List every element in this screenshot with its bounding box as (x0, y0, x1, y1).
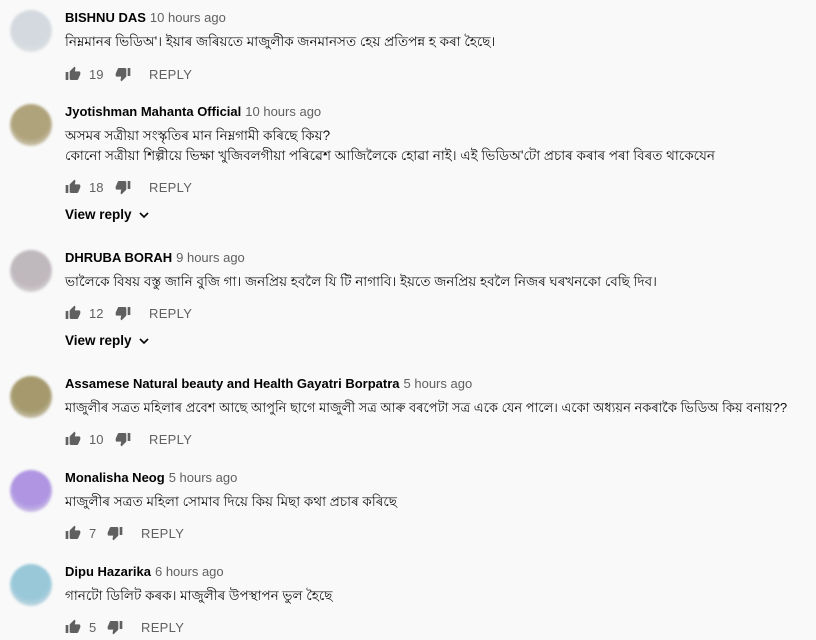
view-reply-button[interactable]: View reply (65, 333, 150, 348)
dislike-button[interactable] (115, 431, 131, 447)
comment-text-line: নিম্নমানৰ ভিডিঅ'। ইয়াৰ জৰিয়তে মাজুলীক … (65, 34, 496, 49)
comment-time[interactable]: 9 hours ago (176, 250, 245, 265)
comment-author[interactable]: Assamese Natural beauty and Health Gayat… (65, 376, 400, 391)
dislike-button[interactable] (115, 179, 131, 195)
comment-time[interactable]: 5 hours ago (169, 470, 238, 485)
comment-text-line: মাজুলীৰ সত্ৰত মহিলা সোমাব দিয়ে কিয় মিছ… (65, 494, 397, 509)
comment-text-line: কোনো সত্ৰীয়া শিল্পীয়ে ভিক্ষা খুজিবলগীয… (65, 148, 715, 163)
view-reply-button[interactable]: View reply (65, 207, 150, 222)
thumbs-up-icon (65, 525, 81, 541)
comment-text: মাজুলীৰ সত্ৰত মহিলাৰ প্ৰবেশ আছে আপুনি ছা… (65, 398, 787, 418)
avatar[interactable] (10, 10, 52, 52)
thumbs-up-icon (65, 305, 81, 321)
thumbs-down-icon (115, 179, 131, 195)
comment-author[interactable]: DHRUBA BORAH (65, 250, 172, 265)
thumbs-up-icon (65, 179, 81, 195)
comment-text-line: ভালৈকে বিষয় বস্তু জানি বুজি গা। জনপ্ৰিয… (65, 274, 657, 289)
comment-actions: 7 REPLY (65, 524, 184, 542)
reply-button[interactable]: REPLY (149, 306, 192, 321)
thumbs-down-icon (115, 66, 131, 82)
chevron-down-icon (138, 337, 149, 344)
comment-header: Dipu Hazarika 6 hours ago (65, 564, 224, 580)
reply-button[interactable]: REPLY (149, 67, 192, 82)
like-button[interactable] (65, 619, 81, 635)
comment-header: Jyotishman Mahanta Official 10 hours ago (65, 104, 321, 120)
thumbs-down-icon (107, 619, 123, 635)
reply-button[interactable]: REPLY (149, 432, 192, 447)
comment-text: ভালৈকে বিষয় বস্তু জানি বুজি গা। জনপ্ৰিয… (65, 272, 657, 292)
thumbs-up-icon (65, 619, 81, 635)
view-reply-label: View reply (65, 333, 132, 348)
reply-button[interactable]: REPLY (141, 620, 184, 635)
comment-time[interactable]: 10 hours ago (150, 10, 226, 25)
thumbs-down-icon (107, 525, 123, 541)
like-button[interactable] (65, 66, 81, 82)
comment-author[interactable]: Monalisha Neog (65, 470, 165, 485)
dislike-button[interactable] (115, 305, 131, 321)
comment-author[interactable]: BISHNU DAS (65, 10, 146, 25)
view-reply-label: View reply (65, 207, 132, 222)
avatar[interactable] (10, 376, 52, 418)
comment-header: Monalisha Neog 5 hours ago (65, 470, 237, 486)
comment-time[interactable]: 6 hours ago (155, 564, 224, 579)
like-count: 5 (89, 619, 97, 635)
like-button[interactable] (65, 179, 81, 195)
like-count: 19 (89, 66, 104, 82)
comment-text-line: অসমৰ সত্ৰীয়া সংস্কৃতিৰ মান নিম্নগামী কৰ… (65, 128, 331, 143)
thumbs-down-icon (115, 431, 131, 447)
reply-button[interactable]: REPLY (149, 180, 192, 195)
thumbs-up-icon (65, 66, 81, 82)
comment-text: মাজুলীৰ সত্ৰত মহিলা সোমাব দিয়ে কিয় মিছ… (65, 492, 397, 512)
comment-text: নিম্নমানৰ ভিডিঅ'। ইয়াৰ জৰিয়তে মাজুলীক … (65, 32, 495, 52)
reply-button[interactable]: REPLY (141, 526, 184, 541)
thumbs-down-icon (115, 305, 131, 321)
comment-actions: 10 REPLY (65, 430, 192, 448)
comment-author[interactable]: Jyotishman Mahanta Official (65, 104, 241, 119)
comment-actions: 19 REPLY (65, 65, 192, 83)
comment-header: Assamese Natural beauty and Health Gayat… (65, 376, 472, 392)
comment-actions: 18 REPLY (65, 178, 192, 196)
comment-actions: 5 REPLY (65, 618, 184, 636)
like-count: 12 (89, 305, 104, 321)
comment-text: অসমৰ সত্ৰীয়া সংস্কৃতিৰ মান নিম্নগামী কৰ… (65, 126, 715, 166)
like-button[interactable] (65, 305, 81, 321)
comment-actions: 12 REPLY (65, 304, 192, 322)
avatar[interactable] (10, 564, 52, 606)
thumbs-up-icon (65, 431, 81, 447)
chevron-down-icon (138, 211, 149, 218)
comment-author[interactable]: Dipu Hazarika (65, 564, 151, 579)
comment-text-line: মাজুলীৰ সত্ৰত মহিলাৰ প্ৰবেশ আছে আপুনি ছা… (65, 400, 788, 415)
comment-header: BISHNU DAS 10 hours ago (65, 10, 226, 26)
like-button[interactable] (65, 431, 81, 447)
comment-text: গানটো ডিলিট কৰক। মাজুলীৰ উপস্থাপন ভুল হৈ… (65, 586, 332, 606)
dislike-button[interactable] (107, 619, 123, 635)
avatar[interactable] (10, 470, 52, 512)
comment-text-line: গানটো ডিলিট কৰক। মাজুলীৰ উপস্থাপন ভুল হৈ… (65, 588, 333, 603)
comment-time[interactable]: 10 hours ago (245, 104, 321, 119)
dislike-button[interactable] (115, 66, 131, 82)
like-count: 18 (89, 179, 104, 195)
dislike-button[interactable] (107, 525, 123, 541)
comment-header: DHRUBA BORAH 9 hours ago (65, 250, 245, 266)
like-count: 10 (89, 431, 104, 447)
avatar[interactable] (10, 104, 52, 146)
comment-time[interactable]: 5 hours ago (404, 376, 473, 391)
like-button[interactable] (65, 525, 81, 541)
avatar[interactable] (10, 250, 52, 292)
like-count: 7 (89, 525, 97, 541)
